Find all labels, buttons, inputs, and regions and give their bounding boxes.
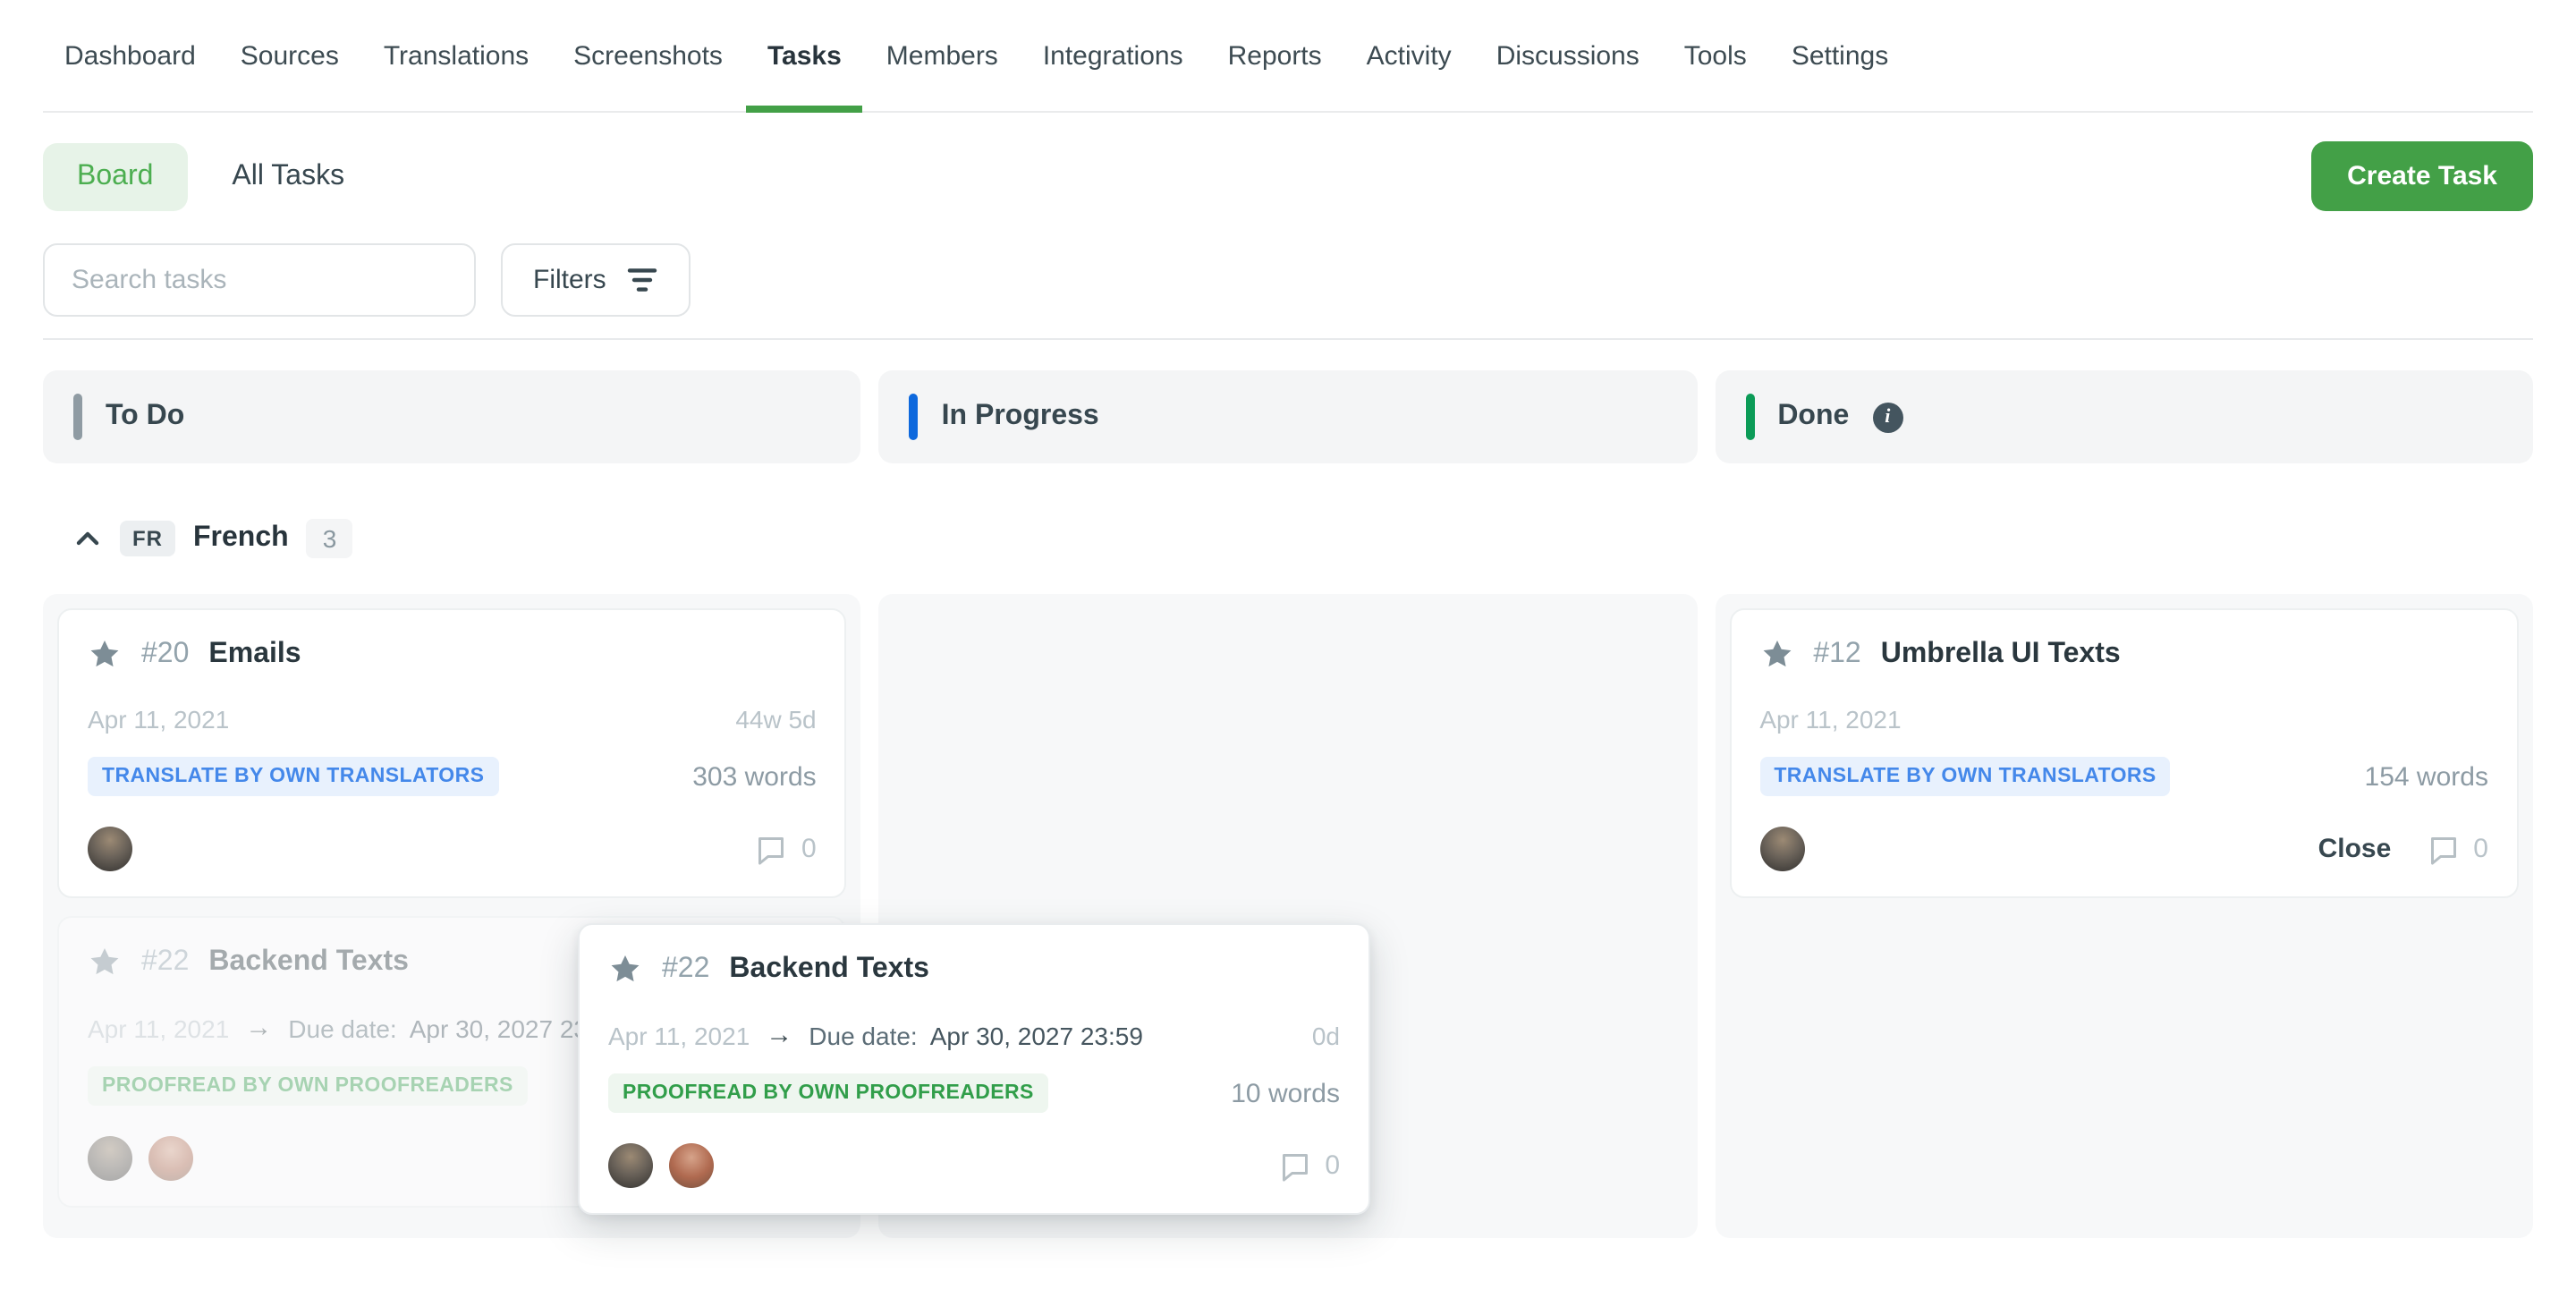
done-accent-bar [1745,394,1754,440]
columns-header: To Do In Progress Done i [43,370,2533,463]
arrow-right-icon: → [245,1013,272,1043]
column-done-panel: #12 Umbrella UI Texts Apr 11, 2021 TRANS… [1715,594,2533,1238]
task-date: Apr 11, 2021 [88,1014,229,1042]
column-header-done: Done i [1715,370,2533,463]
nav-item-tools[interactable]: Tools [1684,0,1747,113]
create-task-button[interactable]: Create Task [2311,141,2533,211]
due-date-value: Apr 30, 2027 23:59 [930,1021,1143,1049]
task-card-emails[interactable]: #20 Emails Apr 11, 2021 44w 5d TRANSLATE… [57,608,847,898]
task-type-badge: PROOFREAD BY OWN PROOFREADERS [88,1066,528,1106]
top-nav: Dashboard Sources Translations Screensho… [0,0,2576,113]
task-card-umbrella[interactable]: #12 Umbrella UI Texts Apr 11, 2021 TRANS… [1729,608,2519,898]
task-word-count: 10 words [1231,1078,1340,1108]
task-type-badge: TRANSLATE BY OWN TRANSLATORS [88,757,498,796]
task-card-backend-dragged[interactable]: #22 Backend Texts Apr 11, 2021 → Due dat… [578,923,1370,1215]
tab-board[interactable]: Board [43,142,187,210]
task-word-count: 303 words [692,761,816,792]
task-title: Emails [208,638,301,670]
star-icon[interactable] [608,952,642,986]
language-name: French [193,522,289,555]
column-header-todo: To Do [43,370,861,463]
task-count-badge: 3 [307,519,353,558]
comment-counter[interactable]: 0 [2425,831,2488,867]
nav-item-reports[interactable]: Reports [1228,0,1322,113]
nav-item-integrations[interactable]: Integrations [1043,0,1183,113]
in-progress-accent-bar [910,394,919,440]
avatar-woman [148,1136,193,1181]
task-time-left: 0d [1312,1021,1340,1049]
avatar-man [88,1136,132,1181]
task-title: Umbrella UI Texts [1881,638,2121,670]
filter-icon [626,267,658,293]
task-word-count: 154 words [2365,761,2488,792]
chevron-up-icon [73,530,102,547]
task-id: #12 [1813,638,1860,670]
comment-bubble-icon [753,831,789,867]
due-date-label: Due date: [809,1021,917,1049]
task-date: Apr 11, 2021 [1759,705,1901,734]
nav-item-sources[interactable]: Sources [241,0,339,113]
comment-counter[interactable]: 0 [1276,1148,1340,1183]
comment-bubble-icon [1276,1148,1312,1183]
task-id: #22 [141,946,189,978]
column-header-in-progress: In Progress [879,370,1698,463]
comment-counter[interactable]: 0 [753,831,817,867]
close-task-button[interactable]: Close [2318,834,2392,864]
task-time-left: 44w 5d [735,705,816,734]
language-group-row: FR French 3 [0,463,2576,558]
nav-item-screenshots[interactable]: Screenshots [573,0,723,113]
avatar-man[interactable] [88,827,132,871]
tab-all-tasks[interactable]: All Tasks [232,160,344,192]
collapse-group-button[interactable] [73,530,102,547]
task-title: Backend Texts [729,953,929,985]
task-board: To Do In Progress Done i [0,340,2576,463]
comment-bubble-icon [2425,831,2461,867]
search-row: Filters [0,211,2576,317]
star-icon [88,945,122,979]
nav-item-activity[interactable]: Activity [1367,0,1452,113]
nav-item-translations[interactable]: Translations [384,0,529,113]
nav-item-tasks[interactable]: Tasks [767,0,842,113]
column-label-in-progress: In Progress [942,401,1099,433]
avatar-man[interactable] [1759,827,1804,871]
comment-count: 0 [801,834,817,864]
task-date: Apr 11, 2021 [88,705,229,734]
nav-item-settings[interactable]: Settings [1792,0,1888,113]
avatar-woman[interactable] [669,1143,714,1188]
column-label-done: Done [1777,401,1849,433]
star-icon[interactable] [1759,637,1793,671]
avatar-man[interactable] [608,1143,653,1188]
task-type-badge: PROOFREAD BY OWN PROOFREADERS [608,1073,1048,1113]
todo-accent-bar [73,394,82,440]
nav-item-members[interactable]: Members [886,0,998,113]
search-input[interactable] [43,243,476,317]
task-id: #22 [662,953,709,985]
filters-label: Filters [533,265,606,295]
column-label-todo: To Do [106,401,184,433]
task-date: Apr 11, 2021 [608,1021,750,1049]
filters-button[interactable]: Filters [501,243,691,317]
nav-item-dashboard[interactable]: Dashboard [64,0,196,113]
app-root: Dashboard Sources Translations Screensho… [0,0,2576,1298]
nav-item-discussions[interactable]: Discussions [1496,0,1640,113]
star-icon[interactable] [88,637,122,671]
task-id: #20 [141,638,189,670]
comment-count: 0 [2473,834,2488,864]
language-code-badge: FR [120,521,175,556]
task-title: Backend Texts [208,946,409,978]
comment-count: 0 [1325,1150,1340,1181]
due-date-label: Due date: [288,1014,396,1042]
done-info-icon[interactable]: i [1872,402,1902,432]
columns-body: #20 Emails Apr 11, 2021 44w 5d TRANSLATE… [0,594,2576,1238]
view-toolbar: Board All Tasks Create Task [0,113,2576,211]
task-type-badge: TRANSLATE BY OWN TRANSLATORS [1759,757,2170,796]
arrow-right-icon: → [766,1020,792,1050]
